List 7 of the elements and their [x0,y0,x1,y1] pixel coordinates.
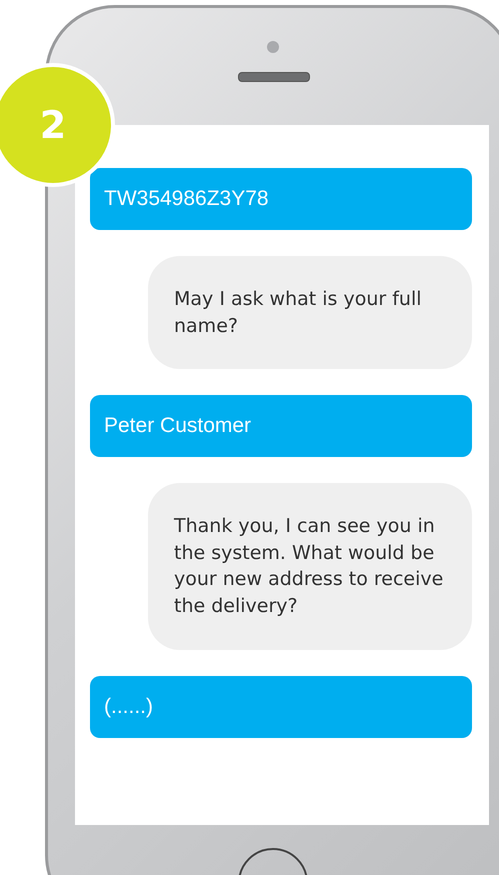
user-message: (......) [90,676,472,738]
agent-message: Thank you, I can see you in the system. What would be your new address to receive the delivery? [148,483,472,650]
camera-icon [267,41,279,53]
speaker-icon [238,72,310,82]
user-message: TW354986Z3Y78 [90,168,472,230]
user-message: Peter Customer [90,395,472,458]
agent-message: May I ask what is your full name? [148,256,472,370]
